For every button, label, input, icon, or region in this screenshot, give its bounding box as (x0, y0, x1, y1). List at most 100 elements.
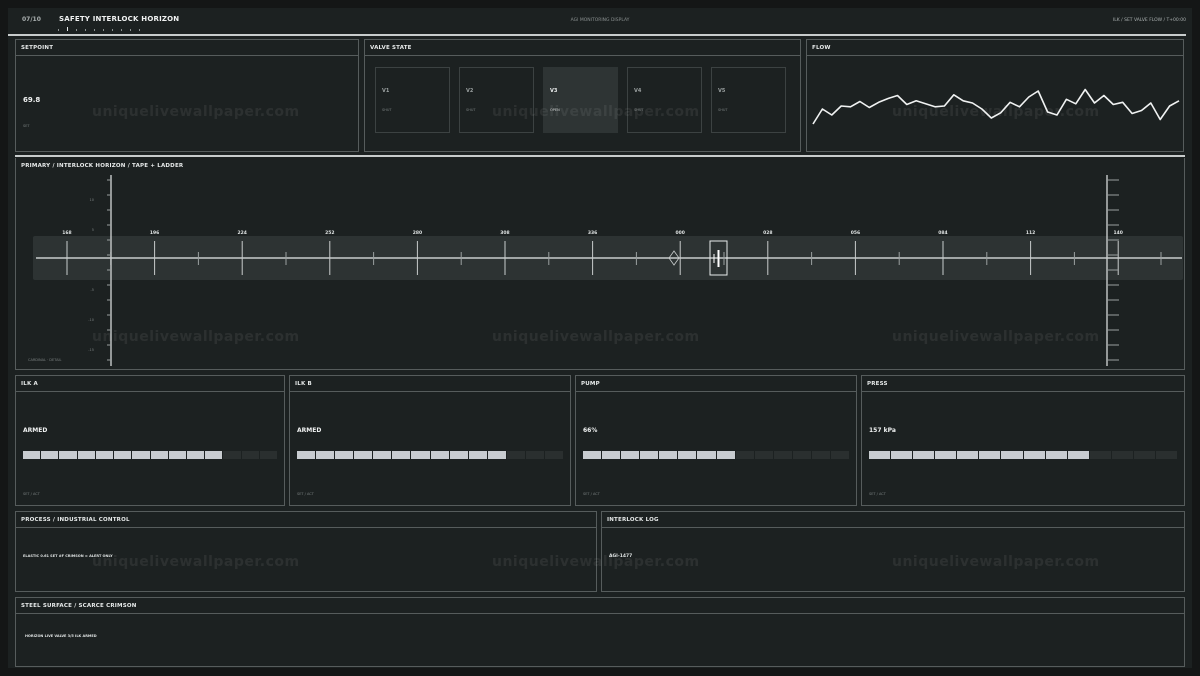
press-caption: SET / ACT (869, 492, 886, 496)
panel-header: PRESS (862, 376, 1184, 392)
ilk-b-status: ARMED (297, 427, 322, 434)
level-segment (205, 451, 223, 459)
ladder-label: 5 (92, 228, 94, 232)
page-dot[interactable] (94, 29, 95, 31)
valve-tile-v3[interactable]: V3 OPEN (543, 67, 618, 133)
level-segment (1089, 451, 1111, 459)
level-segment (487, 451, 506, 459)
level-segment (41, 451, 59, 459)
watermark: uniquelivewallpaper.com (892, 329, 1100, 345)
level-segment (831, 451, 850, 459)
page-dot[interactable] (85, 29, 86, 31)
valve-tile-v1[interactable]: V1 SHUT (375, 67, 450, 133)
page-dot[interactable] (121, 29, 122, 31)
page-dot[interactable] (58, 29, 59, 31)
level-segment (913, 451, 935, 459)
level-segment (659, 451, 678, 459)
ladder-label: 10 (90, 198, 94, 202)
level-segment (354, 451, 373, 459)
setpoint-value: 69.8 (23, 96, 41, 104)
level-segment (1001, 451, 1023, 459)
level-segment (1023, 451, 1045, 459)
level-segment (468, 451, 487, 459)
tape-label: 280 (413, 230, 422, 236)
level-segment (735, 451, 754, 459)
panel-title: ILK A (21, 381, 38, 387)
tape-label: 140 (1113, 230, 1122, 236)
level-segment (754, 451, 773, 459)
panel-header: ILK A (16, 376, 284, 392)
top-bar: 07/10 SAFETY INTERLOCK HORIZON AGI MONIT… (8, 8, 1192, 34)
tape-label: 028 (763, 230, 772, 236)
press-value: 157 kPa (869, 427, 896, 434)
level-segment (186, 451, 205, 459)
level-segment (525, 451, 545, 459)
pump-level-bar (583, 451, 850, 459)
level-segment (716, 451, 735, 459)
level-segment (869, 451, 891, 459)
valve-state: SHUT (382, 108, 392, 112)
page-dot[interactable] (76, 29, 77, 31)
level-segment (1067, 451, 1089, 459)
level-segment (335, 451, 354, 459)
pump-caption: SET / ACT (583, 492, 600, 496)
tape-label: 112 (1026, 230, 1035, 236)
level-segment (583, 451, 602, 459)
level-segment (316, 451, 335, 459)
steel-surface-panel: STEEL SURFACE / SCARCE CRIMSON HORIZON L… (15, 597, 1185, 667)
ladder-label: -10 (88, 318, 94, 322)
watermark: uniquelivewallpaper.com (492, 104, 700, 120)
ilk-a-panel: ILK A ARMED SET / ACT (15, 375, 285, 506)
flow-panel: FLOW (806, 39, 1184, 152)
level-segment (545, 451, 564, 459)
watermark: uniquelivewallpaper.com (92, 104, 300, 120)
valve-tile-v4[interactable]: V4 SHUT (627, 67, 702, 133)
valve-state-panel: VALVE STATE V1 SHUT V2 SHUT V3 OPEN V4 S… (364, 39, 801, 152)
panel-header: ILK B (290, 376, 570, 392)
panel-header: PUMP (576, 376, 856, 392)
level-segment (602, 451, 621, 459)
panel-title: PRESS (867, 381, 888, 387)
tape-label: 224 (237, 230, 246, 236)
level-segment (640, 451, 659, 459)
interlock-log-panel: INTERLOCK LOG AGI-1477 (601, 511, 1185, 592)
page-dot[interactable] (139, 29, 140, 31)
level-segment (168, 451, 186, 459)
pump-panel: PUMP 66% SET / ACT (575, 375, 857, 506)
page-dot[interactable] (103, 29, 104, 31)
page-indicator[interactable] (58, 27, 158, 32)
watermark: uniquelivewallpaper.com (892, 554, 1100, 570)
ladder-label: -15 (88, 348, 94, 352)
level-segment (811, 451, 831, 459)
page-dot[interactable] (67, 27, 68, 31)
level-segment (23, 451, 41, 459)
level-segment (773, 451, 792, 459)
panel-title: PROCESS / INDUSTRIAL CONTROL (21, 517, 130, 523)
valve-tile-v5[interactable]: V5 SHUT (711, 67, 786, 133)
dashboard-screen: 07/10 SAFETY INTERLOCK HORIZON AGI MONIT… (8, 8, 1192, 668)
page-dot[interactable] (112, 29, 113, 31)
status-readout: ILK / SET VALVE FLOW / T+00:00 (1112, 18, 1186, 23)
press-panel: PRESS 157 kPa SET / ACT (861, 375, 1185, 506)
level-segment (411, 451, 430, 459)
valve-tile-v2[interactable]: V2 SHUT (459, 67, 534, 133)
valve-name: V4 (634, 88, 642, 94)
level-segment (678, 451, 697, 459)
level-segment (792, 451, 811, 459)
status-line: HORIZON LIVE VALVE 3/5 ILK ARMED (25, 634, 97, 638)
level-segment (1111, 451, 1133, 459)
level-segment (150, 451, 168, 459)
ilk-b-level-bar (297, 451, 564, 459)
level-segment (241, 451, 259, 459)
panel-header: VALVE STATE (365, 40, 800, 56)
page-dot[interactable] (130, 29, 131, 31)
watermark: uniquelivewallpaper.com (492, 554, 700, 570)
pump-value: 66% (583, 427, 598, 434)
panel-title: SETPOINT (21, 45, 54, 51)
ilk-b-caption: SET / ACT (297, 492, 314, 496)
level-segment (891, 451, 913, 459)
ilk-a-level-bar (23, 451, 278, 459)
panel-title: ILK B (295, 381, 312, 387)
level-segment (392, 451, 411, 459)
tape-label: 308 (500, 230, 509, 236)
